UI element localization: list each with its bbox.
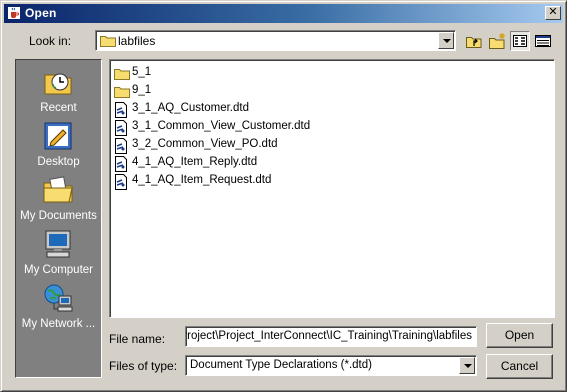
up-one-level-button[interactable] — [464, 31, 484, 51]
file-list[interactable]: 5_1 9_1 3_1_AQ_Customer.dtd 3_1_Common_V… — [109, 59, 555, 318]
open-dialog: Open ✕ Look in: labfiles Recent Desktop … — [0, 0, 567, 392]
file-name-value: ny\Project\Project_InterConnect\IC_Train… — [185, 330, 472, 342]
file-name: 3_2_Common_View_PO.dtd — [132, 138, 278, 150]
file-name: 9_1 — [132, 84, 152, 96]
dtd-file-icon — [115, 174, 127, 190]
places-item-recent[interactable]: Recent — [16, 64, 101, 118]
dtd-file-icon — [115, 102, 127, 118]
my-network-icon — [44, 284, 73, 312]
file-name-label: File name: — [109, 332, 166, 346]
dtd-file-icon — [115, 138, 127, 154]
recent-icon — [44, 73, 72, 95]
desktop-icon — [44, 122, 72, 150]
file-name: 3_1_AQ_Customer.dtd — [132, 102, 249, 114]
places-item-my-network[interactable]: My Network ... — [16, 280, 101, 334]
files-of-type-value: Document Type Declarations (*.dtd) — [190, 359, 372, 371]
list-view-button[interactable] — [510, 31, 530, 51]
dialog-title: Open — [25, 6, 57, 20]
cancel-button[interactable]: Cancel — [486, 354, 553, 379]
open-button[interactable]: Open — [486, 323, 553, 348]
places-label-desktop: Desktop — [37, 156, 80, 168]
look-in-label: Look in: — [29, 34, 72, 48]
chevron-down-icon[interactable] — [459, 357, 475, 374]
places-label-recent: Recent — [40, 102, 77, 114]
new-folder-button[interactable] — [487, 31, 507, 51]
file-name: 4_1_AQ_Item_Reply.dtd — [132, 156, 258, 168]
my-documents-icon — [43, 176, 73, 203]
file-name: 3_1_Common_View_Customer.dtd — [132, 120, 311, 132]
files-of-type-label: Files of type: — [109, 359, 178, 373]
folder-icon — [100, 36, 116, 47]
up-one-level-icon — [466, 37, 482, 48]
files-of-type-combobox[interactable]: Document Type Declarations (*.dtd) — [185, 355, 477, 376]
dtd-file-icon — [115, 156, 127, 172]
look-in-combobox[interactable]: labfiles — [95, 30, 456, 51]
places-item-my-computer[interactable]: My Computer — [16, 226, 101, 280]
file-name-field[interactable]: ny\Project\Project_InterConnect\IC_Train… — [185, 326, 477, 347]
folder-icon — [114, 69, 130, 80]
places-label-my-network: My Network ... — [21, 318, 96, 330]
look-in-value: labfiles — [118, 34, 156, 48]
file-name: 4_1_AQ_Item_Request.dtd — [132, 174, 272, 186]
details-view-button[interactable] — [533, 31, 553, 51]
places-item-my-documents[interactable]: My Documents — [16, 172, 101, 226]
folder-icon — [114, 87, 130, 98]
places-label-my-documents: My Documents — [20, 210, 97, 222]
details-view-icon — [535, 35, 551, 47]
file-name: 5_1 — [132, 66, 152, 78]
list-view-icon — [513, 35, 527, 47]
new-folder-icon — [489, 33, 505, 49]
places-bar: Recent Desktop My Documents My Computer … — [15, 59, 102, 378]
my-computer-icon — [45, 230, 71, 258]
dtd-file-icon — [115, 120, 127, 136]
chevron-down-icon[interactable] — [438, 32, 454, 49]
close-button[interactable]: ✕ — [545, 6, 561, 20]
java-cup-icon — [8, 7, 20, 19]
places-item-desktop[interactable]: Desktop — [16, 118, 101, 172]
title-bar[interactable]: Open ✕ — [4, 4, 563, 23]
places-label-my-computer: My Computer — [23, 264, 94, 276]
